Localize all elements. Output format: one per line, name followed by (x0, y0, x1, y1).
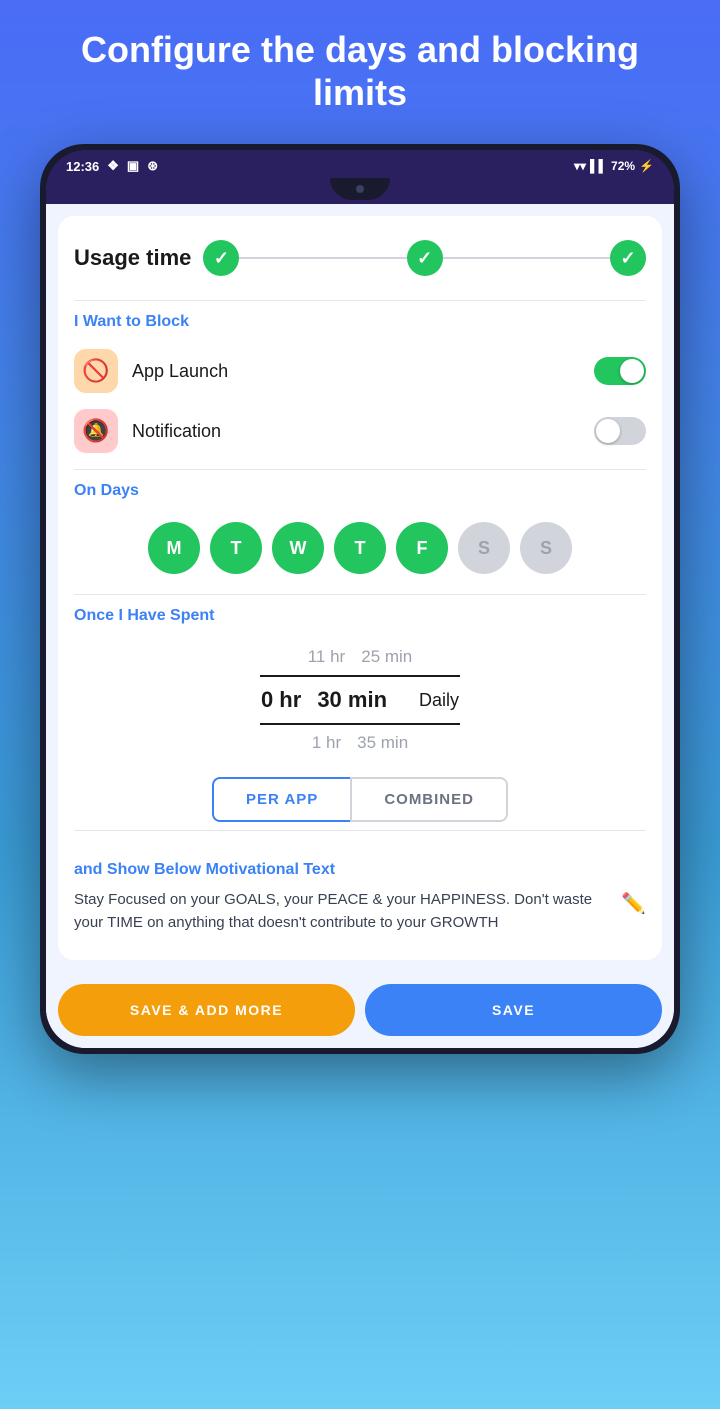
motiv-row: Stay Focused on your GOALS, your PEACE &… (74, 889, 646, 934)
app-launch-item: 🚫 App Launch (74, 341, 646, 401)
notch-area (46, 178, 674, 204)
step-line-2 (443, 257, 610, 259)
above-min: 25 min (361, 647, 412, 667)
time-selected-row: 0 hr 30 min Daily (261, 681, 459, 719)
divider-4 (74, 830, 646, 831)
below-min: 35 min (357, 733, 408, 753)
days-section-label: On Days (74, 482, 646, 500)
battery-icon: ⚡ (639, 159, 654, 173)
stepper-title: Usage time (74, 245, 191, 271)
tab-row: PER APP COMBINED (74, 777, 646, 822)
save-add-button[interactable]: SAVE & ADD MORE (58, 984, 355, 1036)
notification-icon: 🔕 (74, 409, 118, 453)
edit-icon[interactable]: ✏️ (621, 891, 646, 916)
day-sunday[interactable]: S (520, 522, 572, 574)
stepper: Usage time ✓ ✓ ✓ (74, 232, 646, 292)
time-line-below (260, 723, 460, 725)
notification-left: 🔕 Notification (74, 409, 221, 453)
time-above: 11 hr 25 min (308, 643, 413, 671)
screen: Usage time ✓ ✓ ✓ I Want to Block 🚫 (46, 204, 674, 1048)
step-3: ✓ (610, 240, 646, 276)
motiv-section-label: and Show Below Motivational Text (74, 861, 646, 879)
block-section-label: I Want to Block (74, 313, 646, 331)
time-spinner-col: 11 hr 25 min 0 hr 30 min Daily (260, 643, 460, 757)
step-line-1 (239, 257, 406, 259)
signal-icon: ▌▌ (590, 159, 607, 173)
camera (356, 185, 364, 193)
divider-1 (74, 300, 646, 301)
message-icon: ▣ (127, 158, 139, 174)
motiv-text: Stay Focused on your GOALS, your PEACE &… (74, 889, 609, 934)
notification-label: Notification (132, 421, 221, 442)
divider-3 (74, 594, 646, 595)
time-selected: 0 hr 30 min (261, 681, 387, 719)
selected-hr: 0 hr (261, 687, 301, 713)
above-hr: 11 hr (308, 647, 346, 667)
step-1: ✓ (203, 240, 239, 276)
toggle-thumb-on (620, 359, 644, 383)
day-saturday[interactable]: S (458, 522, 510, 574)
app-launch-toggle[interactable] (594, 357, 646, 385)
day-friday[interactable]: F (396, 522, 448, 574)
toggle-thumb-off (596, 419, 620, 443)
page-header: Configure the days and blocking limits (0, 0, 720, 134)
days-row: M T W T F S S (74, 510, 646, 586)
slack-icon: ❖ (107, 158, 119, 174)
step-2: ✓ (407, 240, 443, 276)
time-line-above (260, 675, 460, 677)
bottom-buttons: SAVE & ADD MORE SAVE (46, 972, 674, 1048)
per-app-tab[interactable]: PER APP (212, 777, 350, 822)
battery-text: 72% (611, 159, 635, 173)
selected-min: 30 min (317, 687, 387, 713)
status-time: 12:36 (66, 159, 99, 174)
motiv-section: and Show Below Motivational Text Stay Fo… (74, 839, 646, 944)
period-label: Daily (419, 690, 459, 711)
phone-mockup: 12:36 ❖ ▣ ⊛ ▾▾ ▌▌ 72% ⚡ Usage ti (40, 144, 680, 1054)
main-card: Usage time ✓ ✓ ✓ I Want to Block 🚫 (58, 216, 662, 960)
save-button[interactable]: SAVE (365, 984, 662, 1036)
below-hr: 1 hr (312, 733, 341, 753)
combined-tab[interactable]: COMBINED (350, 777, 508, 822)
wifi-icon: ▾▾ (574, 159, 586, 173)
time-picker[interactable]: 11 hr 25 min 0 hr 30 min Daily (74, 635, 646, 765)
day-wednesday[interactable]: W (272, 522, 324, 574)
stepper-steps: ✓ ✓ ✓ (203, 240, 646, 276)
notch (330, 178, 390, 200)
app-launch-icon: 🚫 (74, 349, 118, 393)
shield-icon: ⊛ (147, 158, 158, 174)
day-thursday[interactable]: T (334, 522, 386, 574)
notification-toggle[interactable] (594, 417, 646, 445)
app-launch-left: 🚫 App Launch (74, 349, 228, 393)
notification-item: 🔕 Notification (74, 401, 646, 461)
divider-2 (74, 469, 646, 470)
spent-section-label: Once I Have Spent (74, 607, 646, 625)
day-tuesday[interactable]: T (210, 522, 262, 574)
time-below: 1 hr 35 min (312, 729, 408, 757)
day-monday[interactable]: M (148, 522, 200, 574)
app-launch-label: App Launch (132, 361, 228, 382)
status-bar: 12:36 ❖ ▣ ⊛ ▾▾ ▌▌ 72% ⚡ (46, 150, 674, 178)
